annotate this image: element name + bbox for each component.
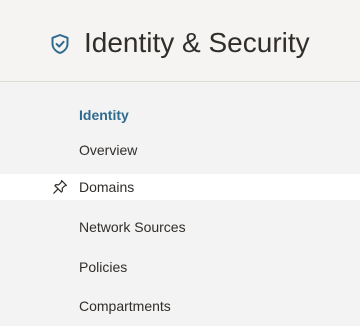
sidebar-item-domains[interactable]: Domains xyxy=(0,174,360,200)
sidebar-item-label: Policies xyxy=(79,259,128,275)
shield-check-icon xyxy=(49,33,71,55)
section-heading-identity: Identity xyxy=(79,107,129,123)
sidebar-item-compartments[interactable]: Compartments xyxy=(0,293,360,319)
pin-icon[interactable] xyxy=(52,179,68,195)
sidebar-item-network-sources[interactable]: Network Sources xyxy=(0,214,360,240)
sidebar-item-label: Domains xyxy=(79,179,135,195)
sidebar-item-label: Compartments xyxy=(79,298,171,314)
sidebar-item-policies[interactable]: Policies xyxy=(0,254,360,280)
sidebar-item-label: Overview xyxy=(79,142,138,158)
sidebar-item-label: Network Sources xyxy=(79,219,186,235)
page-title: Identity & Security xyxy=(84,27,310,58)
sidebar-item-overview[interactable]: Overview xyxy=(0,137,360,163)
navigation-panel: Identity & Security Identity Overview Do… xyxy=(0,0,360,326)
panel-header: Identity & Security xyxy=(0,0,360,82)
